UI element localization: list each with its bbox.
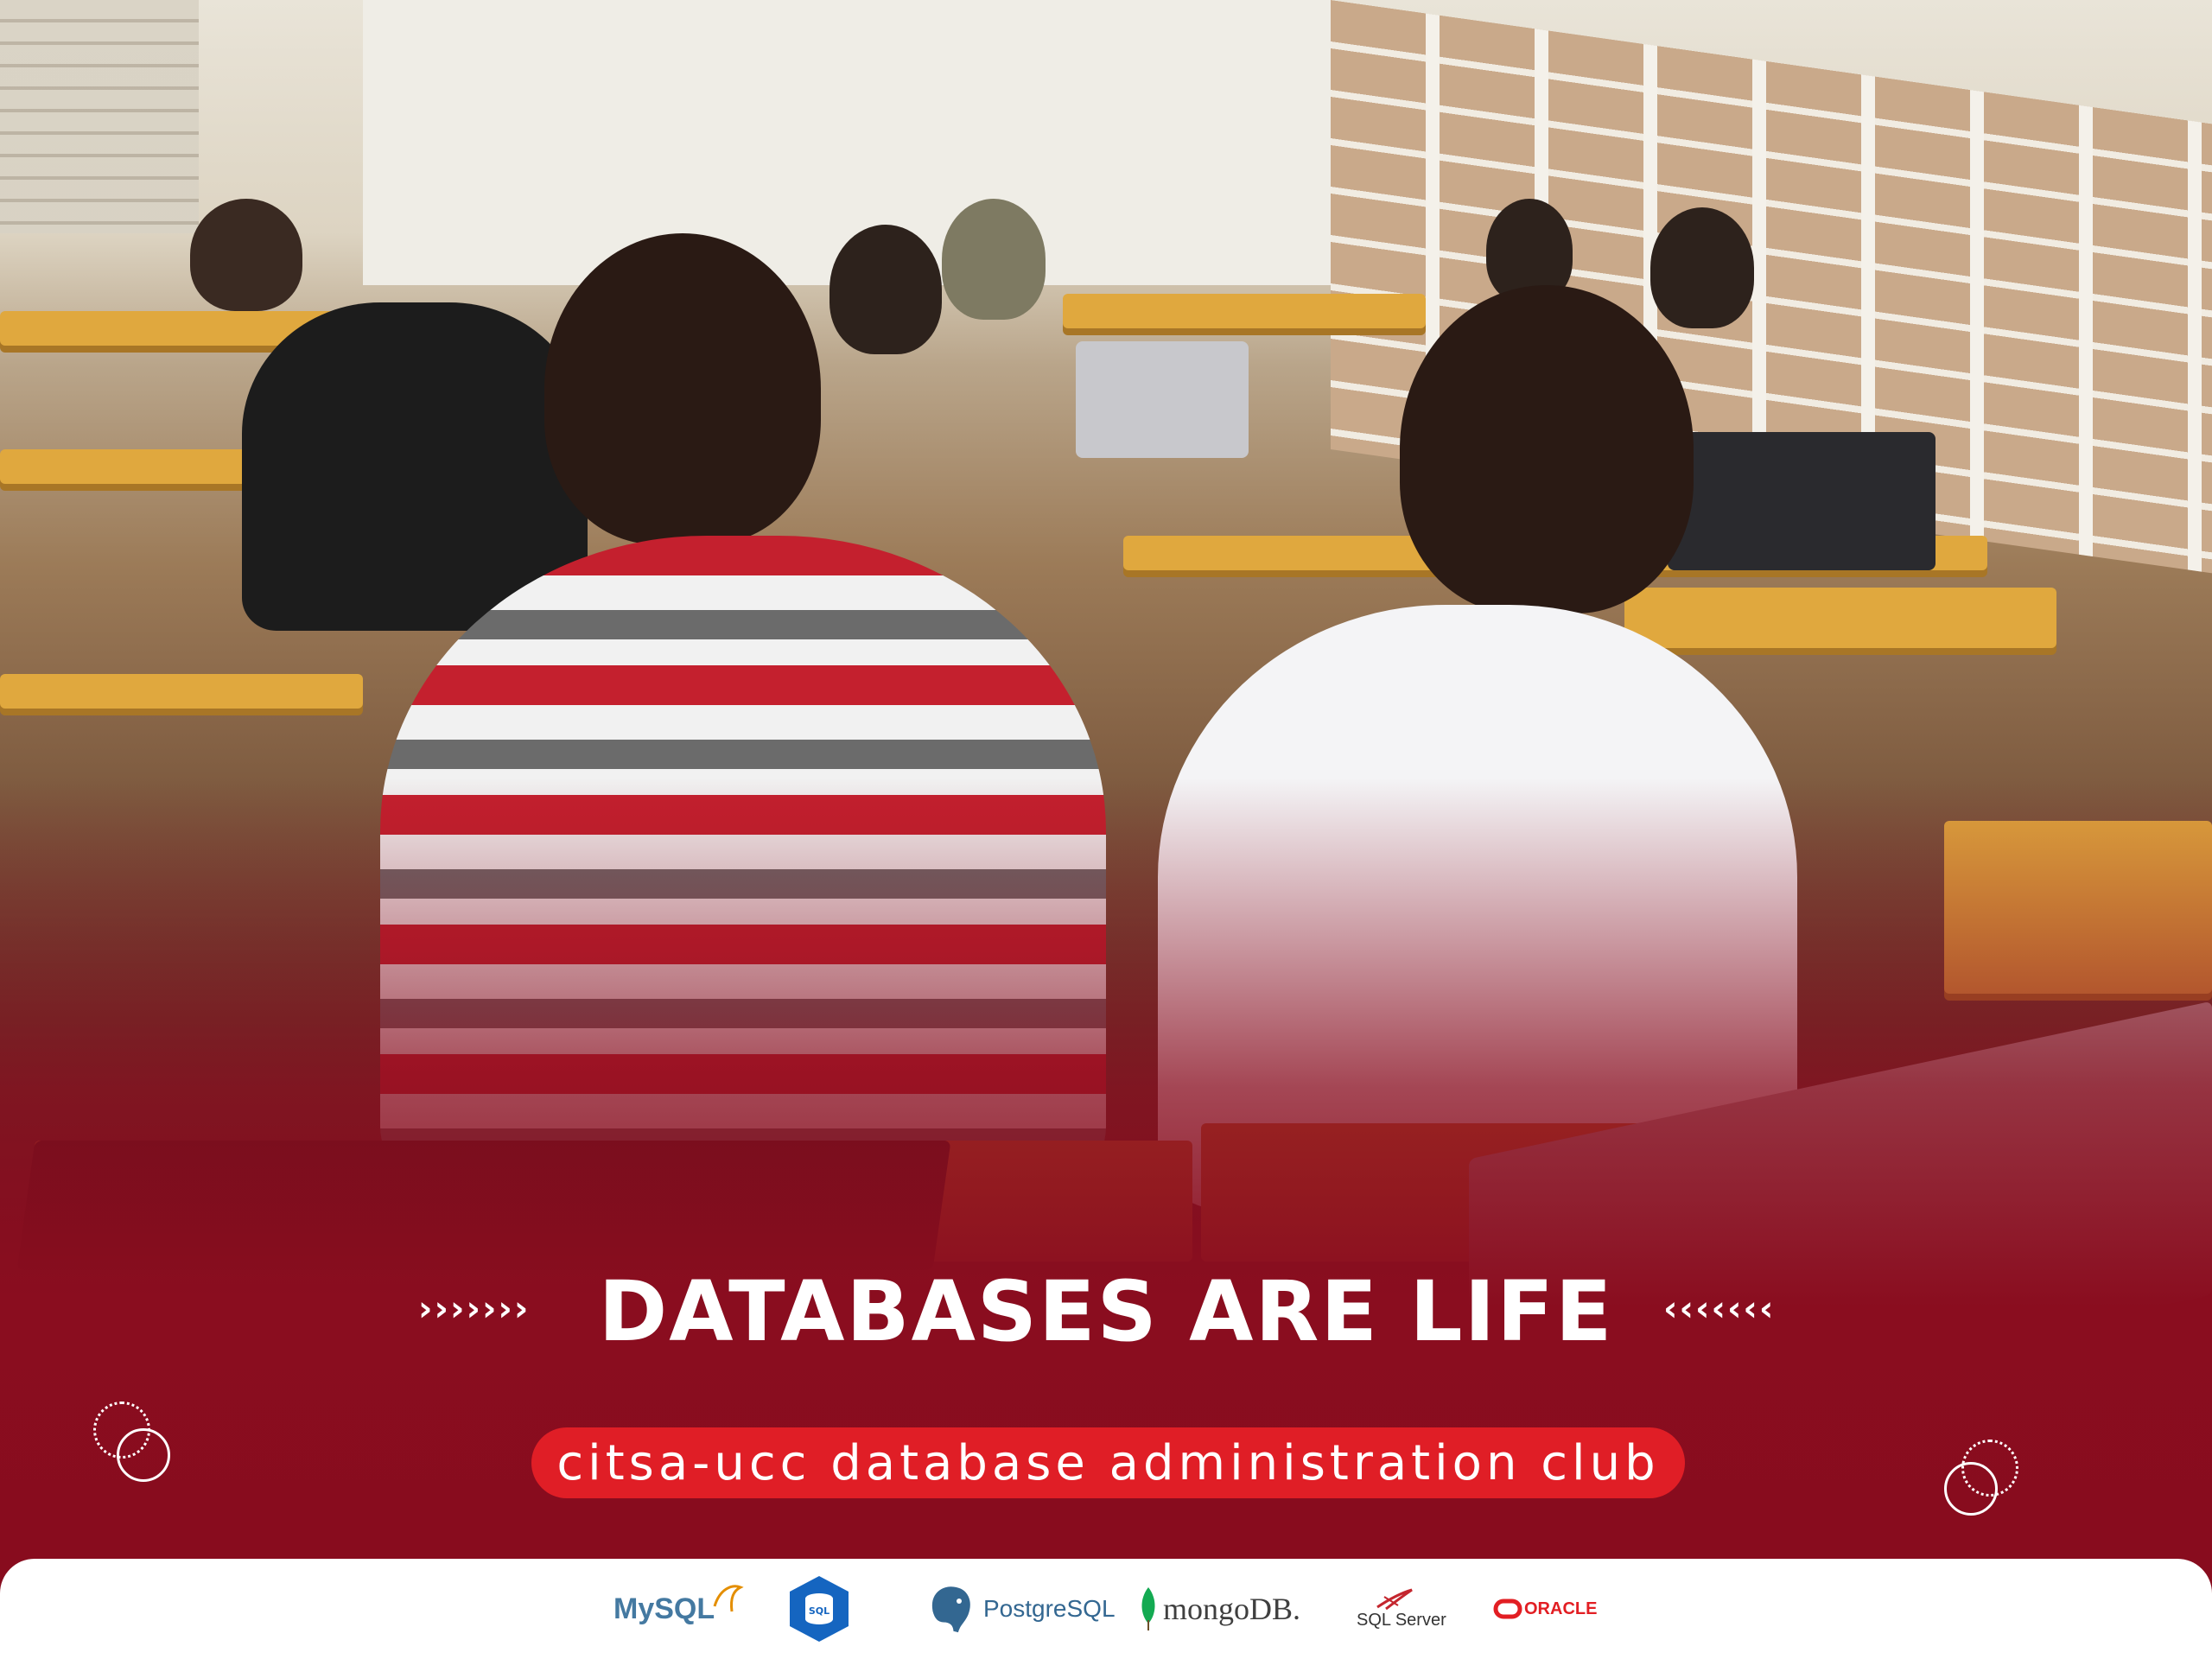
student	[1650, 207, 1754, 328]
student-right-head	[1400, 285, 1694, 613]
student	[190, 199, 302, 311]
oracle-ring-icon	[1493, 1599, 1522, 1619]
chevrons-left-icon: ‹‹‹‹‹‹‹	[1663, 1289, 1776, 1329]
dolphin-icon	[713, 1585, 744, 1612]
headline: DATABASES ARE LIFE	[598, 1263, 1614, 1360]
laptop	[1076, 341, 1249, 458]
mysql-label: MySQL	[613, 1592, 715, 1625]
student-left-head	[544, 233, 821, 544]
desk	[0, 674, 363, 709]
sql-server-icon	[1376, 1588, 1413, 1610]
postgresql-label: PostgreSQL	[983, 1595, 1116, 1622]
mysql-logo: MySQL	[613, 1581, 744, 1637]
sql-database-logo: SQL	[786, 1576, 852, 1642]
desk	[1063, 294, 1426, 328]
sql-hexagon-icon: SQL	[790, 1576, 849, 1642]
poster: ››››››› DATABASES ARE LIFE ‹‹‹‹‹‹‹ citsa…	[0, 0, 2212, 1659]
sql-label: SQL	[809, 1605, 830, 1617]
mongodb-logo: mongoDB.	[1139, 1581, 1300, 1637]
mongodb-label: mongoDB.	[1163, 1592, 1301, 1626]
leaf-icon	[1141, 1587, 1155, 1630]
laptop	[1668, 432, 1936, 570]
student	[830, 225, 942, 354]
club-name-pill: citsa-ucc database administration club	[531, 1427, 1685, 1498]
postgresql-logo: PostgreSQL	[923, 1581, 1116, 1637]
club-name: citsa-ucc database administration club	[556, 1434, 1660, 1491]
left-window	[0, 0, 199, 233]
oracle-label: ORACLE	[1524, 1599, 1598, 1618]
desk	[1624, 588, 2056, 648]
sql-server-logo: SQL Server	[1357, 1581, 1446, 1637]
student	[942, 199, 1046, 320]
oracle-logo: ORACLE	[1493, 1581, 1597, 1637]
red-gradient-overlay	[0, 778, 2212, 1659]
elephant-icon	[929, 1584, 973, 1636]
sql-server-label: SQL Server	[1357, 1610, 1446, 1630]
